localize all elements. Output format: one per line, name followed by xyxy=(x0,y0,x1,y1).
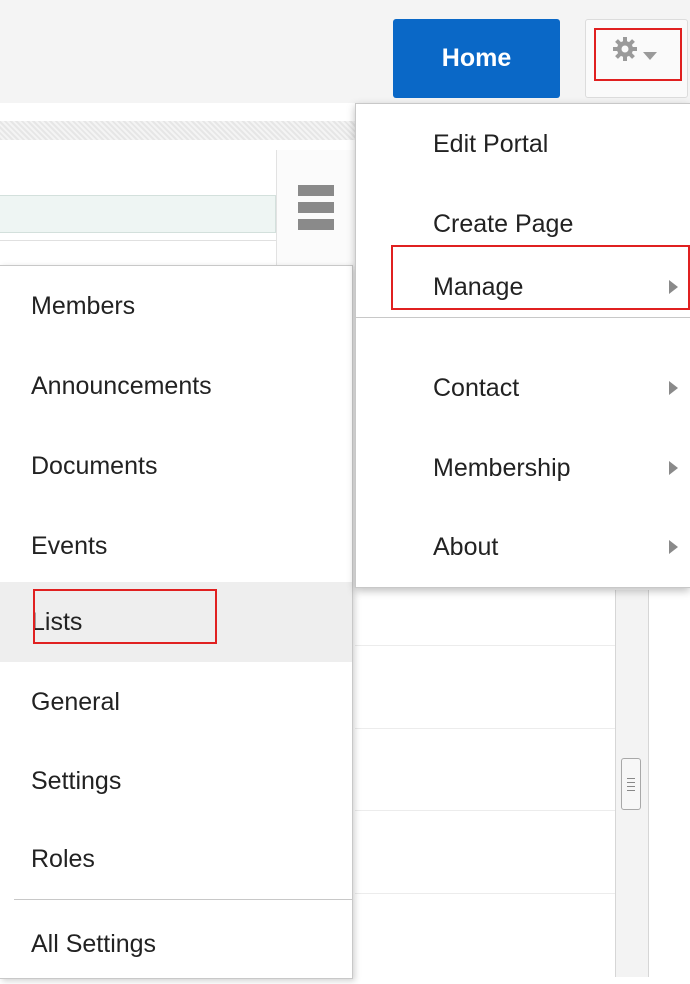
row-divider xyxy=(355,810,615,811)
submenu-divider xyxy=(14,899,352,900)
grip-line xyxy=(627,786,635,787)
grip-line xyxy=(627,782,635,783)
menu-item-label: Contact xyxy=(433,373,520,402)
row-divider xyxy=(355,645,615,646)
menu-item-label: Create Page xyxy=(433,209,574,238)
menu-item-label: Membership xyxy=(433,453,571,482)
scrollbar-thumb[interactable] xyxy=(621,758,641,810)
menu-item-label: Edit Portal xyxy=(433,129,549,158)
menu-divider xyxy=(356,317,690,318)
submenu-arrow-icon xyxy=(669,381,678,395)
background-content xyxy=(355,590,615,977)
submenu-item-general[interactable]: General xyxy=(0,662,352,742)
settings-dropdown-menu: Edit Portal Create Page Manage Contact M… xyxy=(355,103,690,588)
submenu-item-all-settings[interactable]: All Settings xyxy=(0,904,352,984)
menu-item-about[interactable]: About xyxy=(356,507,690,587)
submenu-item-documents[interactable]: Documents xyxy=(0,426,352,506)
hamburger-icon[interactable] xyxy=(298,185,334,233)
row-divider xyxy=(355,893,615,894)
submenu-item-members[interactable]: Members xyxy=(0,266,352,346)
lists-highlight-box xyxy=(33,589,217,644)
manage-highlight-box xyxy=(391,245,690,310)
submenu-item-announcements[interactable]: Announcements xyxy=(0,346,352,426)
grip-line xyxy=(627,778,635,779)
submenu-arrow-icon xyxy=(669,461,678,475)
settings-highlight-box xyxy=(594,28,682,81)
menu-item-edit-portal[interactable]: Edit Portal xyxy=(356,104,690,184)
menu-item-label: About xyxy=(433,532,499,561)
menu-item-contact[interactable]: Contact xyxy=(356,348,690,428)
menu-item-membership[interactable]: Membership xyxy=(356,428,690,508)
row-divider xyxy=(355,728,615,729)
submenu-item-events[interactable]: Events xyxy=(0,506,352,586)
submenu-item-settings[interactable]: Settings xyxy=(0,741,352,821)
grip-line xyxy=(627,790,635,791)
submenu-item-roles[interactable]: Roles xyxy=(0,819,352,899)
background-search-bar xyxy=(0,195,276,233)
submenu-arrow-icon xyxy=(669,540,678,554)
decorative-stripe xyxy=(0,121,355,140)
home-button[interactable]: Home xyxy=(393,19,560,98)
